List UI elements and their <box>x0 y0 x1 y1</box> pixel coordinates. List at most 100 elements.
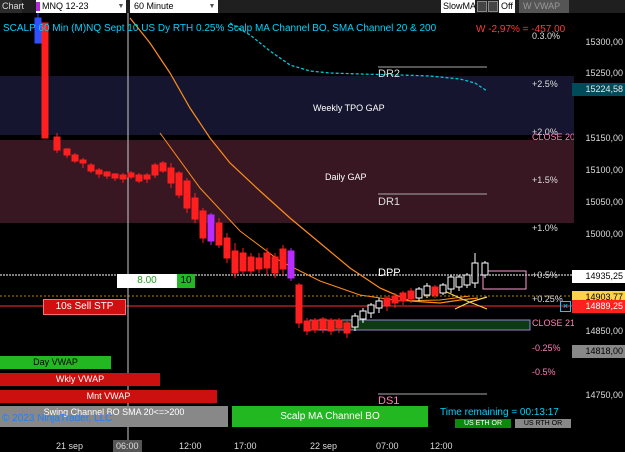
pct-label: -0.5% <box>532 367 556 377</box>
instrument-link-marker <box>36 2 40 11</box>
close20-label: CLOSE 20 <box>532 132 576 142</box>
candle-body <box>199 210 207 239</box>
sell-stop-order-button[interactable]: 10s Sell STP <box>43 299 126 315</box>
candle-body <box>63 148 71 156</box>
candle-body <box>399 292 407 302</box>
dr1-label: DR1 <box>378 196 401 208</box>
chevron-down-icon[interactable]: ▼ <box>208 2 216 11</box>
price-tick: 15100,00 <box>585 165 623 175</box>
candle-body <box>255 257 263 270</box>
candle-body <box>151 164 159 176</box>
candle-body <box>447 276 455 290</box>
time-label: 07:00 <box>376 441 399 451</box>
candle-body <box>159 162 167 172</box>
wkly-vwap-button[interactable]: Wkly VWAP <box>0 373 160 386</box>
mnt-vwap-button[interactable]: Mnt VWAP <box>0 390 217 403</box>
candle-body <box>481 262 489 276</box>
candle-body <box>463 274 471 286</box>
candle-body <box>271 256 279 274</box>
toggle-button[interactable] <box>477 1 487 12</box>
candle-body <box>247 256 255 272</box>
chart-toolbar: Chart MNQ 12-23 ▼ 60 Minute ▼ SlowMA Off… <box>0 0 625 13</box>
time-label-cursor: 06:00 <box>113 440 142 452</box>
close-icon[interactable]: × <box>560 301 571 312</box>
time-label: 17:00 <box>234 441 257 451</box>
time-label: 21 sep <box>56 441 84 451</box>
pct-label: 0.3.0% <box>532 31 561 41</box>
candle-body <box>391 295 399 304</box>
current-bar-box <box>482 270 527 290</box>
candle-body <box>383 297 391 306</box>
scalp-channel-button[interactable]: Scalp MA Channel BO <box>232 406 428 427</box>
price-tag: 14935,25 <box>572 270 625 283</box>
candle-body <box>191 197 199 220</box>
candle-body <box>95 169 103 175</box>
candle-body <box>415 288 423 299</box>
price-tick: 15250,00 <box>585 68 623 78</box>
day-vwap-button[interactable]: Day VWAP <box>0 356 111 369</box>
candle-body <box>183 180 191 209</box>
candle-body <box>351 315 359 328</box>
toggle-button[interactable] <box>488 1 498 12</box>
ma-selector[interactable]: SlowMA <box>441 0 476 13</box>
candle-body <box>119 174 127 180</box>
weekly-gap-zone <box>0 76 574 135</box>
candle-body <box>279 248 287 270</box>
candle-body <box>103 171 111 177</box>
off-selector[interactable]: Off <box>499 0 515 13</box>
vwap-button[interactable]: W VWAP <box>519 0 569 13</box>
price-tick: 14850,00 <box>585 326 623 336</box>
time-label: 12:00 <box>430 441 453 451</box>
time-label: 22 sep <box>310 441 338 451</box>
price-tag: 15224,58 <box>572 83 625 96</box>
candle-body <box>439 284 447 294</box>
time-axis[interactable]: 21 sep 06:00 12:00 17:00 22 sep 07:00 12… <box>0 440 625 452</box>
price-tick: 15150,00 <box>585 133 623 143</box>
pct-label: +2.5% <box>532 79 558 89</box>
candle-body <box>207 214 215 242</box>
candle-body <box>311 319 319 331</box>
us-rth-or-button[interactable]: US RTH OR <box>515 419 571 428</box>
chart-title: SCALP 60 Min (M)NQ Sept 10 US Dy RTH 0.2… <box>3 23 437 34</box>
pct-label: +0.25% <box>532 294 563 304</box>
price-tick: 15050,00 <box>585 197 623 207</box>
candle-body <box>135 174 143 182</box>
candle-body <box>53 136 61 151</box>
candle-body <box>359 310 367 320</box>
price-tick: 15000,00 <box>585 229 623 239</box>
period-selector[interactable]: 60 Minute <box>130 0 218 13</box>
candle-body <box>367 304 375 314</box>
candle-body <box>343 322 351 334</box>
candle-body <box>79 159 87 164</box>
daily-gap-zone <box>0 140 574 223</box>
candle-body <box>71 154 79 162</box>
pct-label: +1.5% <box>532 175 558 185</box>
copyright-text: © 2023 NinjaTrader, LLC <box>2 413 113 424</box>
price-chart[interactable]: SCALP 60 Min (M)NQ Sept 10 US Dy RTH 0.2… <box>0 13 576 440</box>
chevron-down-icon[interactable]: ▼ <box>117 2 125 11</box>
price-tick: 15300,00 <box>585 37 623 47</box>
price-tick: 14750,00 <box>585 390 623 400</box>
candle-body <box>295 284 303 324</box>
candle-body <box>287 250 295 279</box>
weekly-gap-label: Weekly TPO GAP <box>313 103 385 113</box>
instrument-selector[interactable]: MNQ 12-23 <box>36 0 126 13</box>
candle-body <box>239 252 247 272</box>
order-count-badge[interactable]: 10 <box>177 274 195 288</box>
price-axis[interactable]: 15300,00 15250,00 15150,00 15100,00 1505… <box>560 13 625 440</box>
candle-body <box>471 262 479 284</box>
chart-tab[interactable]: Chart <box>0 0 24 13</box>
candle-body <box>215 222 223 246</box>
candle-body <box>175 172 183 196</box>
candle-body <box>223 237 231 259</box>
pct-label: +0.5% <box>532 270 558 280</box>
price-tag: 14889,25 <box>572 300 625 313</box>
candle-body <box>231 250 239 274</box>
candle-body <box>87 164 95 172</box>
candle-body <box>423 285 431 296</box>
us-eth-or-button[interactable]: US ETH OR <box>455 419 511 428</box>
candle-body <box>319 318 327 330</box>
daily-gap-label: Daily GAP <box>325 172 367 182</box>
order-quantity-field[interactable]: 8.00 <box>117 274 177 288</box>
pct-label: -0.25% <box>532 343 561 353</box>
